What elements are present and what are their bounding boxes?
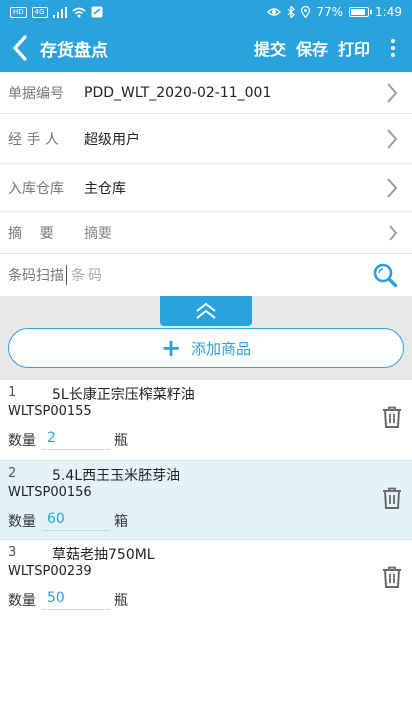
item-code: WLTSP00156 <box>8 485 92 500</box>
item-name: 草菇老抽750ML <box>52 547 155 563</box>
app-bar: 存货盘点 提交 保存 打印 <box>0 24 412 72</box>
status-bar-left: HD 4G <box>10 6 103 18</box>
barcode-label: 条码扫描 <box>8 268 64 284</box>
app-bar-actions: 提交 保存 打印 <box>254 24 412 72</box>
qty-unit: 瓶 <box>114 433 128 449</box>
back-button[interactable] <box>0 24 40 72</box>
network-badge: 4G <box>31 6 48 18</box>
bluetooth-icon <box>287 6 296 18</box>
save-button[interactable]: 保存 <box>296 36 328 60</box>
qty-unit: 箱 <box>114 514 128 530</box>
eye-icon <box>267 8 282 16</box>
list-item[interactable]: 2 5.4L西王玉米胚芽油 WLTSP00156 数量 60 箱 <box>0 460 412 540</box>
location-icon <box>301 6 311 18</box>
item-index: 3 <box>8 545 17 560</box>
qty-unit: 瓶 <box>114 593 128 609</box>
doc-no-label: 单据编号 <box>8 85 64 102</box>
summary-label: 摘 要 <box>8 225 54 242</box>
battery-percent: 77% <box>316 5 344 19</box>
status-bar: HD 4G 77% 1:49 <box>0 0 412 24</box>
qty-input[interactable]: 2 <box>42 426 110 450</box>
search-icon[interactable] <box>372 262 398 288</box>
add-product-label: 添加商品 <box>191 339 252 358</box>
list-item[interactable]: 3 草菇老抽750ML WLTSP00239 数量 50 瓶 <box>0 540 412 620</box>
wifi-icon <box>72 7 86 17</box>
chevron-right-icon <box>387 177 398 198</box>
doc-no-row[interactable]: 单据编号 PDD_WLT_2020-02-11_001 <box>0 72 412 114</box>
item-index: 1 <box>8 385 17 400</box>
warehouse-label: 入库仓库 <box>8 180 64 197</box>
page-title: 存货盘点 <box>40 40 108 61</box>
qty-input[interactable]: 60 <box>42 507 110 531</box>
item-index: 2 <box>8 466 17 481</box>
item-code: WLTSP00239 <box>8 564 92 579</box>
chevron-right-icon <box>387 82 398 103</box>
item-name: 5.4L西王玉米胚芽油 <box>52 468 181 484</box>
status-bar-right: 77% 1:49 <box>267 5 402 19</box>
signal-icon <box>52 6 67 18</box>
barcode-row: 条码扫描 条码 <box>0 254 412 296</box>
handler-value: 超级用户 <box>84 131 140 148</box>
back-arrow-icon <box>13 35 27 61</box>
handler-label: 经 手 人 <box>8 131 59 148</box>
print-button[interactable]: 打印 <box>338 36 370 60</box>
warehouse-row[interactable]: 入库仓库 主仓库 <box>0 164 412 212</box>
trash-icon[interactable] <box>382 406 402 428</box>
qty-label: 数量 <box>8 433 36 449</box>
add-product-button[interactable]: + 添加商品 <box>8 328 404 368</box>
list-item[interactable]: 1 5L长康正宗压榨菜籽油 WLTSP00155 数量 2 瓶 <box>0 380 412 460</box>
chevron-right-icon <box>389 224 398 241</box>
item-code: WLTSP00155 <box>8 404 92 419</box>
chevron-right-icon <box>387 128 398 149</box>
qty-input[interactable]: 50 <box>42 586 110 610</box>
handler-row[interactable]: 经 手 人 超级用户 <box>0 114 412 164</box>
item-name: 5L长康正宗压榨菜籽油 <box>52 387 195 403</box>
qty-label: 数量 <box>8 514 36 530</box>
more-vert-icon[interactable] <box>380 24 406 72</box>
warehouse-value: 主仓库 <box>84 180 126 197</box>
notification-icon <box>91 6 103 18</box>
hd-badge: HD <box>10 6 27 18</box>
summary-input[interactable]: 摘要 <box>84 223 112 243</box>
doc-no-value: PDD_WLT_2020-02-11_001 <box>84 84 272 101</box>
summary-row[interactable]: 摘 要 摘要 <box>0 212 412 254</box>
battery-icon <box>349 7 373 17</box>
collapse-button[interactable] <box>160 296 252 326</box>
plus-icon: + <box>160 334 182 362</box>
trash-icon[interactable] <box>382 566 402 588</box>
battery-fill <box>351 9 365 15</box>
submit-button[interactable]: 提交 <box>254 36 286 60</box>
trash-icon[interactable] <box>382 487 402 509</box>
double-chevron-up-icon <box>196 302 216 319</box>
qty-label: 数量 <box>8 593 36 609</box>
barcode-input[interactable]: 条码 <box>66 265 105 285</box>
clock: 1:49 <box>375 5 402 19</box>
